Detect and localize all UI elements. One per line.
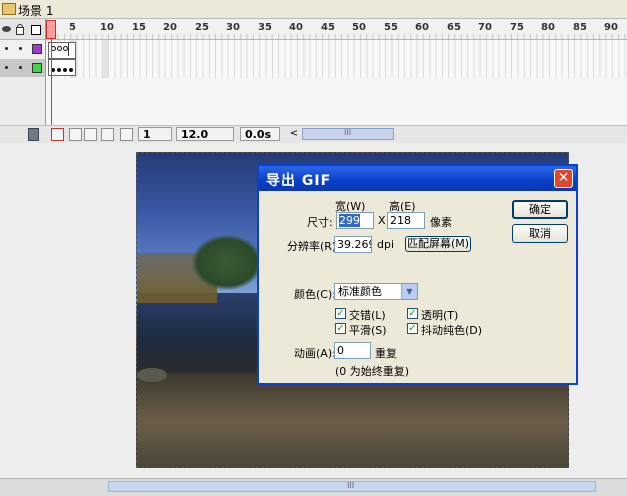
ruler-tick-label: 30: [226, 22, 240, 33]
lock-dot[interactable]: [19, 47, 22, 50]
interlace-label: 交错(L): [349, 309, 386, 322]
layer-row-1[interactable]: [0, 40, 45, 58]
ruler-tick-label: 70: [478, 22, 492, 33]
ruler-tick-label: 50: [352, 22, 366, 33]
keyframe-span-layer-2[interactable]: [48, 59, 76, 76]
ruler-tick-label: 10: [100, 22, 114, 33]
animation-label: 动画(A):: [294, 347, 336, 360]
colors-label: 颜色(C):: [294, 288, 336, 301]
lock-all-icon[interactable]: [16, 24, 24, 35]
x-separator: X: [378, 214, 386, 227]
transparent-label: 透明(T): [421, 309, 459, 322]
ruler-tick-label: 35: [258, 22, 272, 33]
dialog-title: 导出 GIF: [266, 173, 332, 189]
height-input[interactable]: 218: [387, 212, 425, 229]
elapsed-time-field: 0.0s: [240, 127, 280, 141]
ruler-tick-label: 90: [604, 22, 618, 33]
ruler-tick-label: 65: [447, 22, 461, 33]
export-gif-dialog: 导出 GIF ✕ 宽(W) 高(E) 尺寸: 299 X 218 像素 分辨率(…: [257, 164, 578, 385]
smooth-checkbox[interactable]: ✓: [335, 323, 346, 334]
visibility-dot[interactable]: [5, 47, 8, 50]
keyframe: [69, 68, 73, 72]
ok-button[interactable]: 确定: [512, 200, 568, 219]
frame-end-marker: [68, 43, 69, 56]
keyframe: [63, 68, 67, 72]
timeline-panel: 151015202530354045505560657075808590: [0, 18, 627, 126]
ruler-tick-label: 5: [69, 22, 76, 33]
interlace-checkbox[interactable]: ✓: [335, 308, 346, 319]
repeat-hint: (0 为始终重复): [335, 365, 410, 378]
layer-panel: [0, 19, 46, 126]
dialog-title-bar[interactable]: 导出 GIF ✕: [259, 166, 576, 191]
layer-outline-color-swatch[interactable]: [32, 63, 42, 73]
timeline-status-bar: 1 12.0 fps 0.0s < III: [0, 125, 627, 155]
ruler-tick-label: 55: [384, 22, 398, 33]
dither-checkbox[interactable]: ✓: [407, 323, 418, 334]
layer-row-2[interactable]: [0, 59, 45, 77]
layer-outline-color-swatch[interactable]: [32, 44, 42, 54]
ruler-tick-label: 85: [573, 22, 587, 33]
colors-selected-value: 标准颜色: [338, 285, 382, 298]
width-input[interactable]: 299: [336, 212, 374, 229]
colors-select[interactable]: 标准颜色 ▼: [334, 283, 418, 300]
pebble-shore: [137, 373, 568, 467]
keyframe: [57, 68, 61, 72]
stage-horizontal-scrollbar[interactable]: III: [0, 478, 627, 496]
timeline-scroll-thumb[interactable]: III: [302, 128, 394, 140]
frame-rate-field[interactable]: 12.0 fps: [176, 127, 234, 155]
ruler-tick-label: 15: [132, 22, 146, 33]
animation-repeat-input[interactable]: 0: [334, 342, 371, 359]
onion-skin-outlines-icon[interactable]: [84, 128, 97, 141]
playhead-line: [51, 38, 52, 126]
ruler-tick-label: 40: [289, 22, 303, 33]
show-hide-all-eye-icon[interactable]: [2, 26, 11, 32]
repeat-label: 重复: [375, 347, 397, 360]
scene-clapper-icon: [2, 3, 16, 15]
onion-skin-icon[interactable]: [69, 128, 82, 141]
close-button[interactable]: ✕: [554, 169, 573, 188]
frame-ruler[interactable]: 151015202530354045505560657075808590: [46, 19, 627, 40]
stage-scroll-thumb[interactable]: III: [108, 481, 596, 492]
current-frame-field: 1: [138, 127, 172, 141]
visibility-dot[interactable]: [5, 66, 8, 69]
scroll-left-arrow-icon[interactable]: <: [288, 128, 300, 140]
transparent-checkbox[interactable]: ✓: [407, 308, 418, 319]
resolution-label: 分辨率(R):: [287, 240, 340, 253]
rock: [137, 368, 167, 382]
ruler-tick-label: 25: [195, 22, 209, 33]
ruler-tick-label: 80: [541, 22, 555, 33]
dpi-unit: dpi: [377, 238, 395, 251]
chevron-down-icon: ▼: [401, 284, 417, 299]
pixels-unit: 像素: [430, 216, 452, 229]
ruler-tick-label: 45: [321, 22, 335, 33]
playhead[interactable]: [46, 20, 56, 39]
outline-all-icon[interactable]: [31, 25, 41, 35]
scene-label[interactable]: 场景 1: [18, 2, 53, 19]
dither-label: 抖动纯色(D): [421, 324, 483, 337]
cancel-button[interactable]: 取消: [512, 224, 568, 243]
keyframe-span-layer-1[interactable]: [48, 42, 76, 59]
frame-grid[interactable]: [46, 40, 627, 78]
frames-area[interactable]: 151015202530354045505560657075808590: [46, 19, 627, 126]
center-frame-icon[interactable]: [51, 128, 64, 141]
ruler-tick-label: 60: [415, 22, 429, 33]
scene-bar: 场景 1: [0, 0, 627, 18]
layer-header: [0, 19, 45, 40]
scroll-grip: III: [347, 481, 355, 490]
lock-dot[interactable]: [19, 66, 22, 69]
delete-layer-trash-icon[interactable]: [28, 128, 39, 141]
modify-onion-markers-icon[interactable]: [120, 128, 133, 141]
edit-multiple-frames-icon[interactable]: [101, 128, 114, 141]
ruler-tick-label: 20: [163, 22, 177, 33]
resolution-input[interactable]: 39.2699: [334, 236, 372, 253]
frame-band: [102, 40, 109, 78]
empty-keyframe: [57, 46, 62, 51]
size-label: 尺寸:: [307, 216, 333, 229]
scroll-grip: III: [344, 128, 352, 137]
match-screen-button[interactable]: 匹配屏幕(M): [405, 236, 471, 252]
ruler-tick-label: 75: [510, 22, 524, 33]
smooth-label: 平滑(S): [349, 324, 387, 337]
width-value: 299: [339, 214, 360, 227]
tree: [192, 235, 262, 290]
